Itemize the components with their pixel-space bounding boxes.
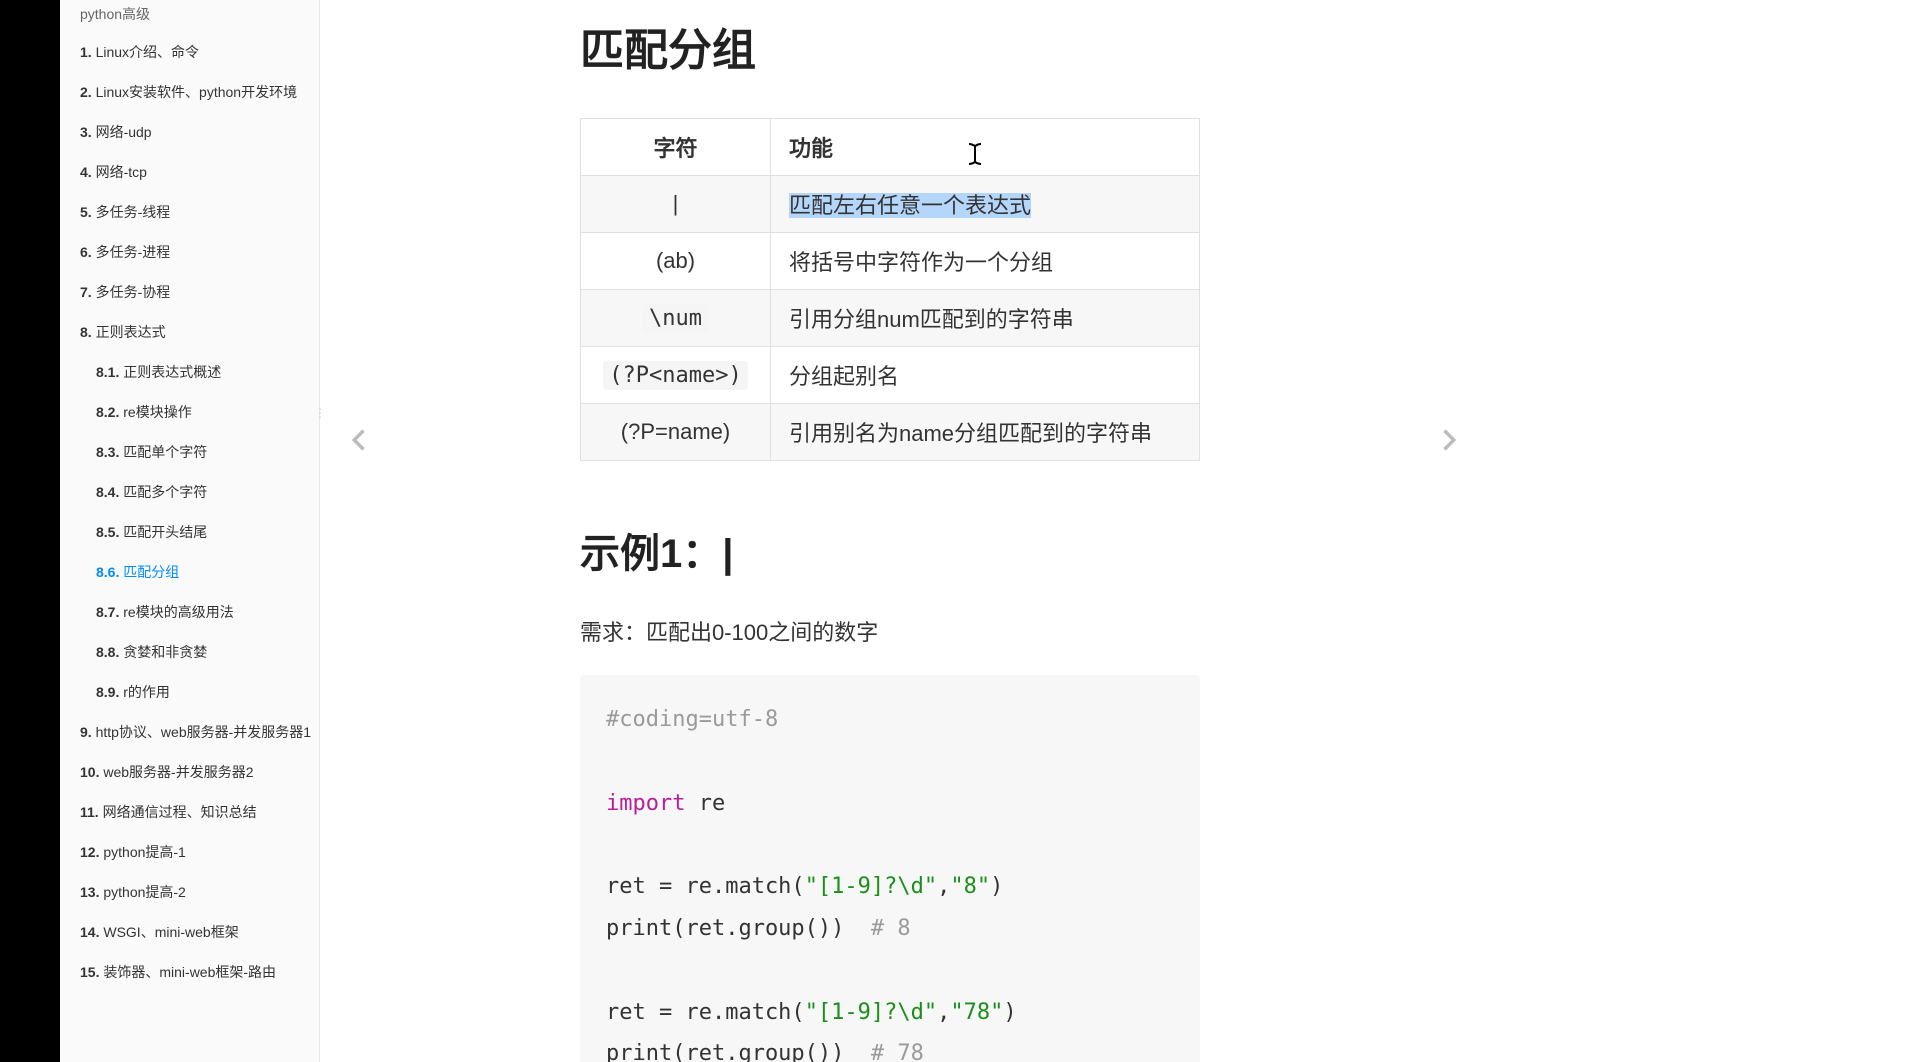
sidebar-item-8[interactable]: 8. 正则表达式 (60, 312, 319, 352)
sidebar-item-11[interactable]: 11. 网络通信过程、知识总结 (60, 792, 319, 832)
sidebar-subitem-8-9[interactable]: 8.9. r的作用 (60, 672, 319, 712)
sidebar-item-10[interactable]: 10. web服务器-并发服务器2 (60, 752, 319, 792)
table-cell-desc: 引用别名为name分组匹配到的字符串 (771, 404, 1200, 461)
sidebar-item-4[interactable]: 4. 网络-tcp (60, 152, 319, 192)
next-page-button[interactable] (1428, 420, 1468, 460)
sidebar: python高级 1. Linux介绍、命令 2. Linux安装软件、pyth… (60, 0, 320, 1062)
table-row: | 匹配左右任意一个表达式 (581, 176, 1200, 233)
content: 匹配分组 字符 功能 | 匹配左右任意一个表达式 (ab) 将括号中字符作为一个… (320, 0, 1460, 1062)
table-cell-char: | (581, 176, 771, 233)
sidebar-item-12[interactable]: 12. python提高-1 (60, 832, 319, 872)
example-description: 需求：匹配出0-100之间的数字 (580, 615, 1200, 647)
sidebar-item-7[interactable]: 7. 多任务-协程 (60, 272, 319, 312)
sidebar-item-2[interactable]: 2. Linux安装软件、python开发环境 (60, 72, 319, 112)
sidebar-subitem-8-3[interactable]: 8.3. 匹配单个字符 (60, 432, 319, 472)
table-row: (?P<name>) 分组起别名 (581, 347, 1200, 404)
sidebar-section-title: python高级 (60, 0, 319, 32)
left-letterbox (0, 0, 60, 1062)
table-cell-desc: 分组起别名 (771, 347, 1200, 404)
page-title: 匹配分组 (580, 14, 1200, 78)
chevron-right-icon (1434, 426, 1462, 454)
sidebar-subitem-8-4[interactable]: 8.4. 匹配多个字符 (60, 472, 319, 512)
selected-text: 匹配左右任意一个表达式 (789, 193, 1031, 218)
sidebar-subitem-8-1[interactable]: 8.1. 正则表达式概述 (60, 352, 319, 392)
sidebar-subitem-8-2[interactable]: 8.2. re模块操作 (60, 392, 319, 432)
code-block: #coding=utf-8 import re ret = re.match("… (580, 675, 1200, 1062)
sidebar-item-15[interactable]: 15. 装饰器、mini-web框架-路由 (60, 952, 319, 992)
sidebar-item-13[interactable]: 13. python提高-2 (60, 872, 319, 912)
prev-page-button[interactable] (340, 420, 380, 460)
sidebar-subitem-8-6[interactable]: 8.6. 匹配分组 (60, 552, 319, 592)
table-header-char: 字符 (581, 119, 771, 176)
table-row: \num 引用分组num匹配到的字符串 (581, 290, 1200, 347)
sidebar-item-14[interactable]: 14. WSGI、mini-web框架 (60, 912, 319, 952)
table-cell-desc: 匹配左右任意一个表达式 (771, 176, 1200, 233)
table-cell-char: (?P=name) (581, 404, 771, 461)
example-heading: 示例1：| (580, 521, 1200, 579)
grouping-table: 字符 功能 | 匹配左右任意一个表达式 (ab) 将括号中字符作为一个分组 \n… (580, 118, 1200, 461)
table-cell-desc: 将括号中字符作为一个分组 (771, 233, 1200, 290)
table-cell-char: (ab) (581, 233, 771, 290)
sidebar-item-3[interactable]: 3. 网络-udp (60, 112, 319, 152)
table-header-row: 字符 功能 (581, 119, 1200, 176)
table-header-func: 功能 (771, 119, 1200, 176)
chevron-left-icon (346, 426, 374, 454)
sidebar-item-5[interactable]: 5. 多任务-线程 (60, 192, 319, 232)
sidebar-item-6[interactable]: 6. 多任务-进程 (60, 232, 319, 272)
sidebar-subitem-8-8[interactable]: 8.8. 贪婪和非贪婪 (60, 632, 319, 672)
table-row: (?P=name) 引用别名为name分组匹配到的字符串 (581, 404, 1200, 461)
table-cell-char: \num (581, 290, 771, 347)
table-cell-desc: 引用分组num匹配到的字符串 (771, 290, 1200, 347)
sidebar-item-9[interactable]: 9. http协议、web服务器-并发服务器1 (60, 712, 319, 752)
sidebar-subitem-8-7[interactable]: 8.7. re模块的高级用法 (60, 592, 319, 632)
sidebar-item-1[interactable]: 1. Linux介绍、命令 (60, 32, 319, 72)
table-cell-char: (?P<name>) (581, 347, 771, 404)
sidebar-subitem-8-5[interactable]: 8.5. 匹配开头结尾 (60, 512, 319, 552)
table-row: (ab) 将括号中字符作为一个分组 (581, 233, 1200, 290)
